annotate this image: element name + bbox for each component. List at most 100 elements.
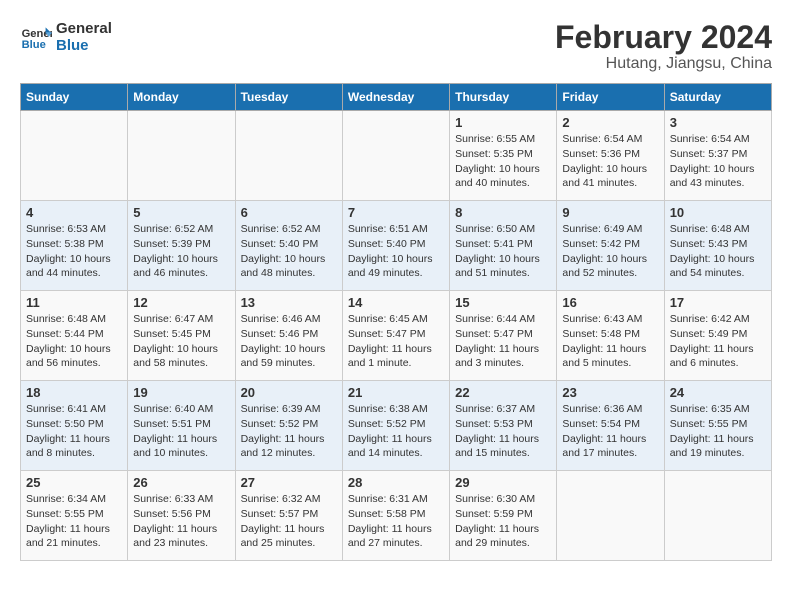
day-info: Sunrise: 6:45 AM Sunset: 5:47 PM Dayligh… [348,312,444,371]
calendar-week-row: 25 Sunrise: 6:34 AM Sunset: 5:55 PM Dayli… [21,471,772,561]
calendar-title-block: February 2024 Hutang, Jiangsu, China [555,20,772,73]
calendar-cell: 2Sunrise: 6:54 AM Sunset: 5:36 PM Daylig… [557,111,664,201]
day-info: Sunrise: 6:55 AM Sunset: 5:35 PM Dayligh… [455,132,551,191]
day-info: Sunrise: 6:52 AM Sunset: 5:40 PM Dayligh… [241,222,337,281]
logo: General Blue General Blue [20,20,112,54]
day-info: Sunrise: 6:33 AM Sunset: 5:56 PM Dayligh… [133,492,229,551]
day-number: 21 [348,385,444,400]
weekday-header-thursday: Thursday [450,84,557,111]
day-info: Sunrise: 6:53 AM Sunset: 5:38 PM Dayligh… [26,222,122,281]
weekday-header-tuesday: Tuesday [235,84,342,111]
day-number: 16 [562,295,658,310]
weekday-header-sunday: Sunday [21,84,128,111]
day-number: 19 [133,385,229,400]
day-number: 8 [455,205,551,220]
calendar-week-row: 18Sunrise: 6:41 AM Sunset: 5:50 PM Dayli… [21,381,772,471]
calendar-cell: 12Sunrise: 6:47 AM Sunset: 5:45 PM Dayli… [128,291,235,381]
calendar-cell: 15Sunrise: 6:44 AM Sunset: 5:47 PM Dayli… [450,291,557,381]
day-number: 1 [455,115,551,130]
logo-icon: General Blue [20,21,52,53]
day-number: 3 [670,115,766,130]
calendar-cell [342,111,449,201]
calendar-cell: 13 Sunrise: 6:46 AM Sunset: 5:46 PM Dayli… [235,291,342,381]
day-info: Sunrise: 6:43 AM Sunset: 5:48 PM Dayligh… [562,312,658,371]
day-info: Sunrise: 6:41 AM Sunset: 5:50 PM Dayligh… [26,402,122,461]
calendar-cell: 5 Sunrise: 6:52 AM Sunset: 5:39 PM Daylig… [128,201,235,291]
weekday-header-saturday: Saturday [664,84,771,111]
calendar-cell: 3 Sunrise: 6:54 AM Sunset: 5:37 PM Daylig… [664,111,771,201]
svg-text:Blue: Blue [22,39,46,51]
calendar-cell [557,471,664,561]
day-number: 12 [133,295,229,310]
calendar-cell: 23 Sunrise: 6:36 AM Sunset: 5:54 PM Dayli… [557,381,664,471]
day-info: Sunrise: 6:31 AM Sunset: 5:58 PM Dayligh… [348,492,444,551]
day-info: Sunrise: 6:49 AM Sunset: 5:42 PM Dayligh… [562,222,658,281]
day-info: Sunrise: 6:54 AM Sunset: 5:37 PM Dayligh… [670,132,766,191]
logo-blue: Blue [56,37,112,54]
calendar-cell: 10 Sunrise: 6:48 AM Sunset: 5:43 PM Dayli… [664,201,771,291]
day-number: 22 [455,385,551,400]
calendar-cell: 24 Sunrise: 6:35 AM Sunset: 5:55 PM Dayli… [664,381,771,471]
calendar-cell: 7Sunrise: 6:51 AM Sunset: 5:40 PM Daylig… [342,201,449,291]
calendar-cell: 17Sunrise: 6:42 AM Sunset: 5:49 PM Dayli… [664,291,771,381]
day-info: Sunrise: 6:51 AM Sunset: 5:40 PM Dayligh… [348,222,444,281]
calendar-cell: 19Sunrise: 6:40 AM Sunset: 5:51 PM Dayli… [128,381,235,471]
calendar-cell [128,111,235,201]
day-info: Sunrise: 6:34 AM Sunset: 5:55 PM Dayligh… [26,492,122,551]
day-info: Sunrise: 6:44 AM Sunset: 5:47 PM Dayligh… [455,312,551,371]
calendar-cell: 25 Sunrise: 6:34 AM Sunset: 5:55 PM Dayli… [21,471,128,561]
page-header: General Blue General Blue February 2024 … [20,20,772,73]
day-info: Sunrise: 6:46 AM Sunset: 5:46 PM Dayligh… [241,312,337,371]
day-info: Sunrise: 6:50 AM Sunset: 5:41 PM Dayligh… [455,222,551,281]
calendar-cell: 6 Sunrise: 6:52 AM Sunset: 5:40 PM Daylig… [235,201,342,291]
weekday-header-monday: Monday [128,84,235,111]
day-number: 13 [241,295,337,310]
calendar-week-row: 11Sunrise: 6:48 AM Sunset: 5:44 PM Dayli… [21,291,772,381]
day-number: 5 [133,205,229,220]
calendar-cell [21,111,128,201]
day-info: Sunrise: 6:52 AM Sunset: 5:39 PM Dayligh… [133,222,229,281]
day-info: Sunrise: 6:38 AM Sunset: 5:52 PM Dayligh… [348,402,444,461]
day-number: 26 [133,475,229,490]
weekday-header-row: SundayMondayTuesdayWednesdayThursdayFrid… [21,84,772,111]
calendar-cell [664,471,771,561]
weekday-header-wednesday: Wednesday [342,84,449,111]
calendar-cell: 16 Sunrise: 6:43 AM Sunset: 5:48 PM Dayli… [557,291,664,381]
day-number: 2 [562,115,658,130]
day-number: 10 [670,205,766,220]
day-number: 24 [670,385,766,400]
calendar-cell: 11Sunrise: 6:48 AM Sunset: 5:44 PM Dayli… [21,291,128,381]
day-info: Sunrise: 6:42 AM Sunset: 5:49 PM Dayligh… [670,312,766,371]
day-number: 9 [562,205,658,220]
calendar-title: February 2024 [555,20,772,55]
day-number: 28 [348,475,444,490]
calendar-cell: 4 Sunrise: 6:53 AM Sunset: 5:38 PM Daylig… [21,201,128,291]
day-number: 6 [241,205,337,220]
calendar-cell: 26 Sunrise: 6:33 AM Sunset: 5:56 PM Dayli… [128,471,235,561]
day-number: 29 [455,475,551,490]
day-info: Sunrise: 6:35 AM Sunset: 5:55 PM Dayligh… [670,402,766,461]
weekday-header-friday: Friday [557,84,664,111]
calendar-cell: 1 Sunrise: 6:55 AM Sunset: 5:35 PM Daylig… [450,111,557,201]
day-info: Sunrise: 6:30 AM Sunset: 5:59 PM Dayligh… [455,492,551,551]
day-number: 25 [26,475,122,490]
day-info: Sunrise: 6:48 AM Sunset: 5:43 PM Dayligh… [670,222,766,281]
calendar-week-row: 1 Sunrise: 6:55 AM Sunset: 5:35 PM Daylig… [21,111,772,201]
day-number: 14 [348,295,444,310]
calendar-cell: 9 Sunrise: 6:49 AM Sunset: 5:42 PM Daylig… [557,201,664,291]
calendar-cell: 8 Sunrise: 6:50 AM Sunset: 5:41 PM Daylig… [450,201,557,291]
day-info: Sunrise: 6:36 AM Sunset: 5:54 PM Dayligh… [562,402,658,461]
day-number: 23 [562,385,658,400]
calendar-cell [235,111,342,201]
calendar-cell: 28 Sunrise: 6:31 AM Sunset: 5:58 PM Dayli… [342,471,449,561]
calendar-cell: 14 Sunrise: 6:45 AM Sunset: 5:47 PM Dayli… [342,291,449,381]
calendar-cell: 20Sunrise: 6:39 AM Sunset: 5:52 PM Dayli… [235,381,342,471]
calendar-cell: 27 Sunrise: 6:32 AM Sunset: 5:57 PM Dayli… [235,471,342,561]
calendar-subtitle: Hutang, Jiangsu, China [555,55,772,73]
calendar-cell: 29 Sunrise: 6:30 AM Sunset: 5:59 PM Dayli… [450,471,557,561]
day-number: 11 [26,295,122,310]
day-number: 4 [26,205,122,220]
day-info: Sunrise: 6:32 AM Sunset: 5:57 PM Dayligh… [241,492,337,551]
day-number: 27 [241,475,337,490]
logo-general: General [56,20,112,37]
